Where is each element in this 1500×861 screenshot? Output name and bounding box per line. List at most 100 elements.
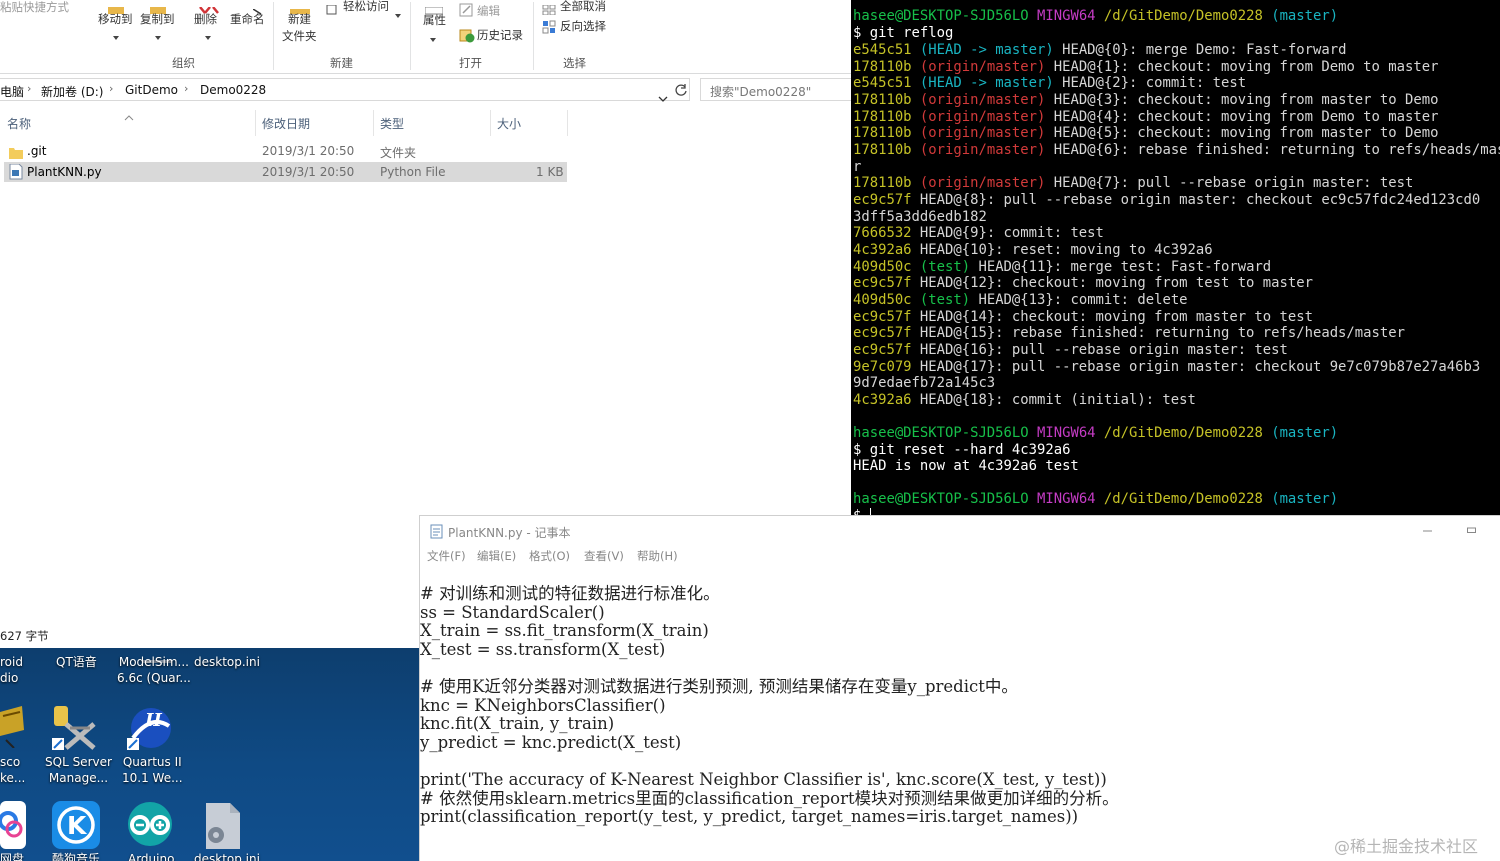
properties-button[interactable]: 属性 — [423, 12, 446, 28]
reflog-message: HEAD@{16}: pull --rebase origin master: … — [911, 342, 1288, 359]
rename-button[interactable]: 重命名 — [230, 11, 265, 27]
commit-hash: 409d50c — [853, 292, 912, 309]
desktop-icon-label[interactable]: 网盘 — [0, 851, 24, 861]
chevron-down-icon — [395, 3, 401, 22]
reflog-line: 178110b (origin/master) HEAD@{3}: checko… — [853, 92, 1438, 109]
reflog-message: HEAD@{12}: checkout: moving from test to… — [911, 275, 1313, 292]
commit-hash: 409d50c — [853, 258, 912, 275]
file-row-selected[interactable]: PlantKNN.py 2019/3/1 20:50 Python File 1… — [4, 162, 567, 182]
reflog-line: ec9c57f HEAD@{12}: checkout: moving from… — [853, 275, 1313, 292]
maximize-icon[interactable] — [1467, 518, 1477, 533]
desktop-icon-label[interactable]: ModelSim... 6.6c (Quar... — [117, 654, 191, 686]
reflog-line: e545c51 (HEAD -> master) HEAD@{0}: merge… — [853, 42, 1346, 59]
cisco-packet-tracer-icon[interactable] — [0, 704, 26, 752]
group-open-label: 打开 — [459, 56, 482, 70]
terminal-command: $ git reflog — [853, 25, 954, 41]
new-folder-label-2: 文件夹 — [282, 29, 317, 43]
reflog-message: r — [853, 158, 862, 175]
terminal-output: HEAD is now at 4c392a6 test — [853, 458, 1079, 474]
reflog-message: HEAD@{14}: checkout: moving from master … — [911, 308, 1313, 325]
ref-label: (origin/master) — [919, 142, 1046, 159]
desktop-icon-label[interactable]: sco ke... — [0, 754, 25, 786]
commit-hash: 4c392a6 — [853, 392, 912, 409]
column-header-type[interactable]: 类型 — [380, 115, 404, 132]
folder-icon — [9, 144, 23, 163]
desktop-icon-label[interactable]: QT语音 — [56, 654, 97, 670]
commit-hash: 9e7c079 — [853, 358, 912, 375]
reflog-line: 178110b (origin/master) HEAD@{5}: checko… — [853, 125, 1438, 142]
history-button[interactable]: 历史记录 — [477, 27, 523, 43]
ref-label: (origin/master) — [919, 92, 1046, 108]
arduino-icon[interactable] — [127, 801, 173, 851]
easy-access-button[interactable]: 轻松访问 — [343, 0, 389, 14]
paste-shortcut-button[interactable]: 粘贴快捷方式 — [0, 0, 69, 15]
commit-hash: 4c392a6 — [853, 242, 912, 259]
notepad-icon — [430, 524, 443, 543]
desktop-icon-label[interactable]: 酷狗音乐 — [52, 851, 100, 861]
search-input[interactable]: 搜索"Demo0228" — [700, 78, 851, 101]
code-line: # 使用K近邻分类器对测试数据进行类别预测, 预测结果储存在变量y_predic… — [420, 677, 1018, 696]
edit-icon — [459, 3, 474, 22]
code-line: X_train = ss.fit_transform(X_train) — [420, 621, 709, 641]
desktop-icon-label[interactable]: roid dio — [0, 654, 23, 686]
desktop-ini-icon[interactable] — [200, 803, 242, 855]
desktop-icon-label[interactable]: Quartus II 10.1 We... — [122, 754, 183, 786]
git-bash-terminal[interactable]: hasee@DESKTOP-SJD56LO MINGW64 /d/GitDemo… — [851, 0, 1500, 527]
refresh-icon[interactable] — [674, 82, 688, 101]
quartus-ii-icon[interactable]: II — [127, 704, 173, 754]
reflog-line: 9e7c079 HEAD@{17}: pull --rebase origin … — [853, 359, 1480, 376]
reflog-message: HEAD@{13}: commit: delete — [970, 292, 1188, 309]
ref-label: (origin/master) — [919, 58, 1046, 75]
commit-hash: ec9c57f — [853, 342, 912, 359]
ref-label: (test) — [919, 258, 971, 275]
ref-label: (test) — [919, 292, 971, 309]
code-line: knc = KNeighborsClassifier() — [420, 695, 666, 715]
column-header-name[interactable]: 名称 — [7, 115, 31, 132]
chevron-right-icon: › — [109, 82, 114, 95]
edit-button[interactable]: 编辑 — [477, 3, 500, 19]
minimize-icon[interactable] — [1423, 518, 1433, 532]
reflog-line: 409d50c (test) HEAD@{13}: commit: delete — [853, 292, 1188, 309]
file-row[interactable]: .git 2019/3/1 20:50 文件夹 — [4, 141, 567, 161]
prompt-env: MINGW64 — [1037, 425, 1096, 441]
svg-text:K: K — [67, 811, 88, 840]
terminal-prompt: hasee@DESKTOP-SJD56LO MINGW64 /d/GitDemo… — [853, 425, 1338, 442]
column-header-size[interactable]: 大小 — [497, 115, 521, 132]
select-none-icon — [542, 0, 556, 19]
desktop-icon-label[interactable]: Arduino — [128, 851, 174, 861]
invert-selection-button[interactable]: 反向选择 — [560, 18, 606, 34]
breadcrumb-demo0228[interactable]: Demo0228 — [200, 83, 266, 97]
sql-server-management-icon[interactable] — [52, 704, 100, 754]
baidu-netdisk-icon[interactable] — [0, 801, 26, 853]
desktop-icon-label[interactable]: SQL Server Manage... — [45, 754, 112, 786]
reflog-line: ec9c57f HEAD@{14}: checkout: moving from… — [853, 309, 1313, 326]
desktop-icon-label[interactable]: desktop.ini — [194, 851, 260, 861]
desktop-icon-label[interactable]: desktop.ini — [194, 654, 260, 670]
prompt-user: hasee@DESKTOP-SJD56LO — [853, 425, 1029, 441]
menu-help[interactable]: 帮助(H) — [637, 548, 678, 564]
kugou-music-icon[interactable]: K — [52, 801, 100, 853]
menu-format[interactable]: 格式(O) — [529, 548, 570, 564]
menu-view[interactable]: 查看(V) — [584, 548, 624, 564]
reflog-line: 178110b (origin/master) HEAD@{6}: rebase… — [853, 142, 1500, 159]
code-line: knc.fit(X_train, y_train) — [420, 714, 615, 734]
new-folder-button[interactable]: 新建 — [288, 11, 311, 27]
column-header-date[interactable]: 修改日期 — [262, 115, 310, 132]
commit-hash: ec9c57f — [853, 325, 912, 342]
reflog-message: HEAD@{7}: pull --rebase origin master: t… — [1045, 175, 1414, 192]
menu-edit[interactable]: 编辑(E) — [477, 548, 516, 564]
breadcrumb-drive[interactable]: 新加卷 (D:) — [41, 83, 103, 100]
file-date: 2019/3/1 20:50 — [262, 165, 355, 179]
address-bar[interactable]: 电脑 › 新加卷 (D:) › GitDemo › Demo0228 — [0, 78, 690, 102]
menu-file[interactable]: 文件(F) — [427, 548, 466, 564]
prompt-env: MINGW64 — [1037, 8, 1096, 24]
address-dropdown-icon[interactable] — [658, 87, 668, 106]
reflog-line: 178110b (origin/master) HEAD@{7}: pull -… — [853, 175, 1413, 192]
reflog-message: HEAD@{2}: commit: test — [1053, 75, 1247, 92]
reflog-line: ec9c57f HEAD@{15}: rebase finished: retu… — [853, 325, 1405, 342]
select-none-button[interactable]: 全部取消 — [560, 0, 606, 14]
breadcrumb-gitdemo[interactable]: GitDemo — [125, 83, 178, 97]
code-line: y_predict = knc.predict(X_test) — [420, 732, 682, 752]
breadcrumb-computer[interactable]: 电脑 — [0, 83, 24, 100]
commit-hash: e545c51 — [853, 75, 912, 92]
